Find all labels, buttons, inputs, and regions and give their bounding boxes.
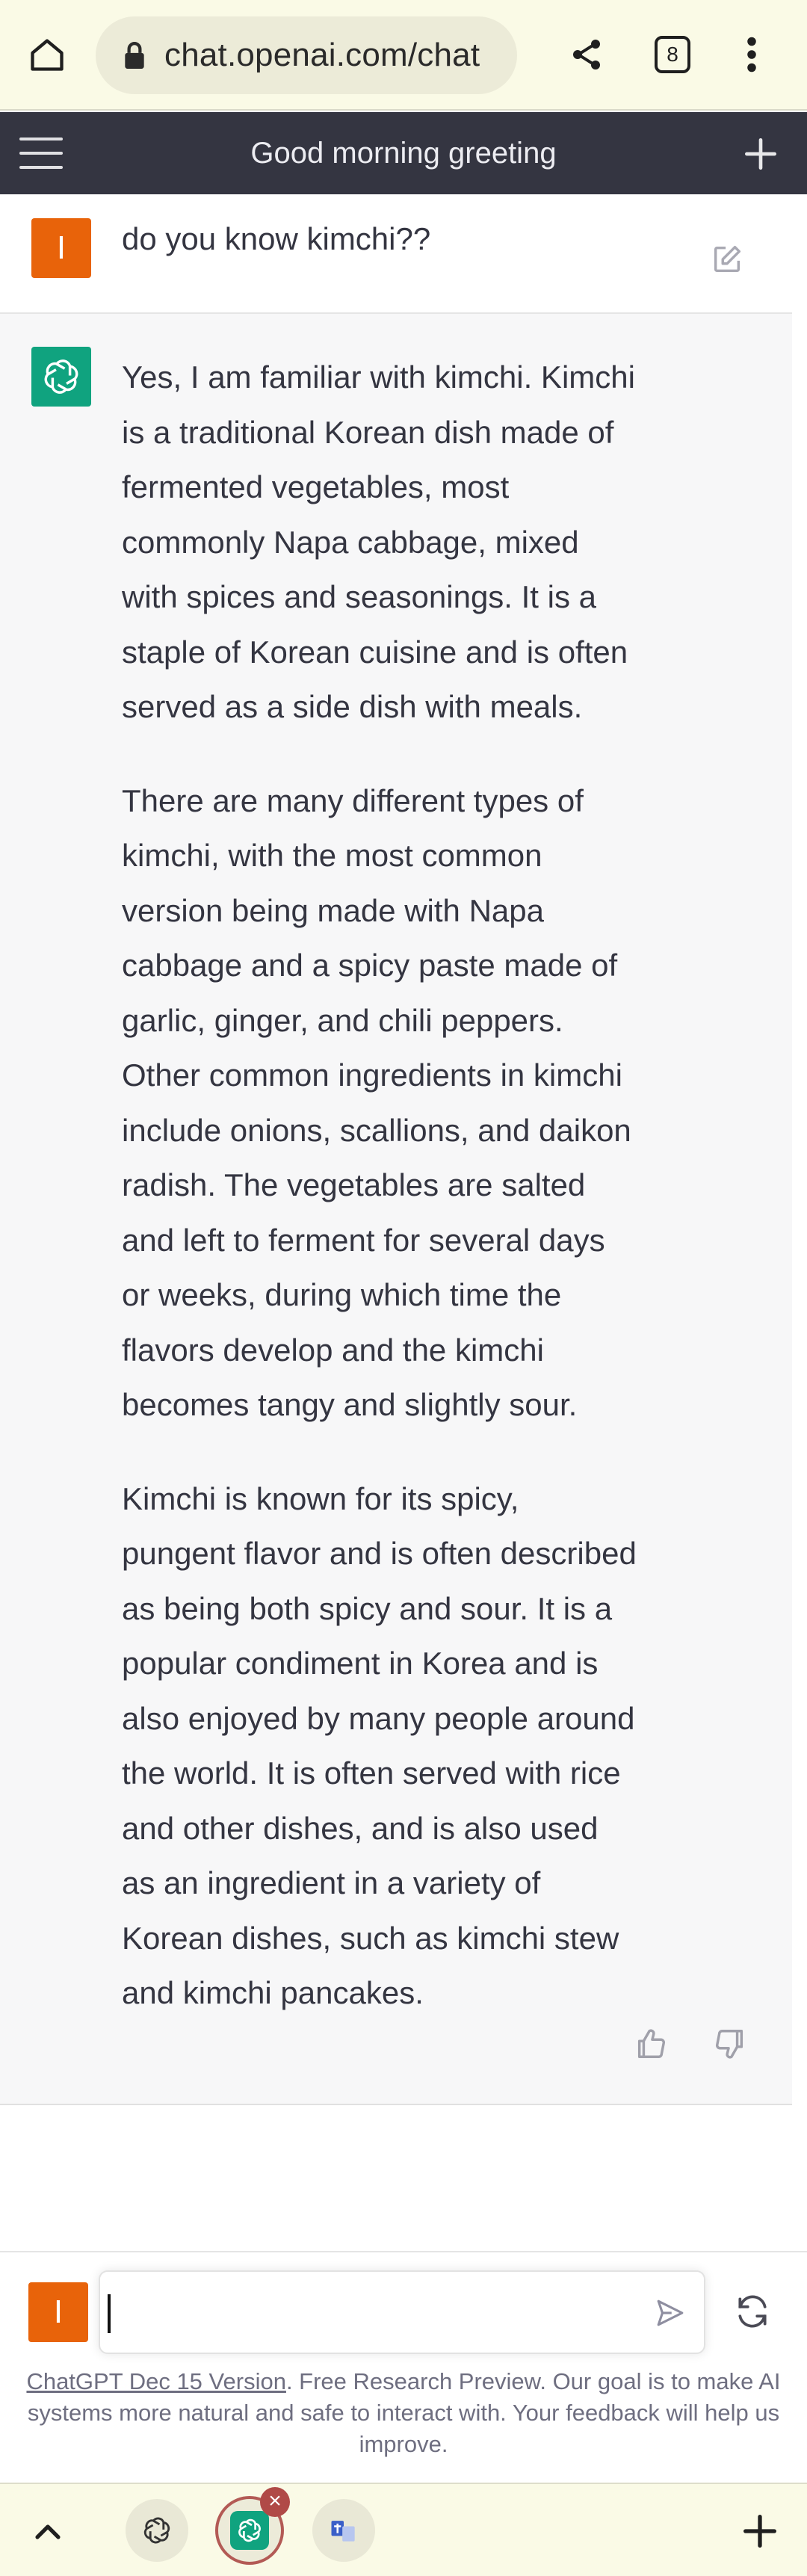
lock-icon: [118, 39, 151, 72]
home-icon[interactable]: [22, 30, 72, 79]
assistant-paragraph: Kimchi is known for its spicy, pungent f…: [122, 1480, 637, 2011]
user-message-text: do you know kimchi??: [122, 221, 431, 256]
thumbs-down-icon[interactable]: [713, 2027, 749, 2063]
address-bar[interactable]: chat.openai.com/chat: [96, 16, 517, 94]
thumbs-up-icon[interactable]: [634, 2027, 670, 2063]
url-text: chat.openai.com/chat: [164, 37, 480, 73]
openai-logo-icon: [31, 347, 91, 407]
assistant-message-body: Yes, I am familiar with kimchi. Kimchi i…: [122, 350, 637, 2021]
tabs-counter-icon[interactable]: 8: [655, 36, 690, 73]
browser-bottom-bar: ×: [0, 2483, 807, 2576]
text-caret: [108, 2294, 111, 2333]
new-chat-icon[interactable]: [740, 133, 782, 175]
tab-chip-chatgpt[interactable]: [126, 2499, 188, 2562]
close-icon[interactable]: ×: [260, 2487, 290, 2517]
avatar: I: [31, 218, 91, 278]
user-message: I do you know kimchi??: [0, 194, 792, 314]
browser-top-bar: chat.openai.com/chat 8: [0, 0, 807, 111]
tab-chip-active[interactable]: ×: [215, 2487, 290, 2565]
share-icon[interactable]: [562, 30, 611, 79]
edit-icon[interactable]: [710, 242, 747, 279]
app-header: Good morning greeting: [0, 112, 807, 194]
plus-icon[interactable]: [738, 2509, 782, 2553]
tab-chip-other[interactable]: [312, 2499, 375, 2562]
more-vert-icon[interactable]: [731, 30, 773, 79]
message-input[interactable]: [99, 2270, 705, 2354]
hamburger-icon[interactable]: [19, 133, 63, 173]
avatar: I: [28, 2282, 88, 2342]
assistant-message: Yes, I am familiar with kimchi. Kimchi i…: [0, 314, 792, 2105]
openai-logo-icon: [230, 2511, 269, 2550]
composer: I ChatGPT Dec 15 Version. Free Research …: [0, 2251, 807, 2483]
regenerate-icon[interactable]: [734, 2293, 773, 2332]
version-link[interactable]: ChatGPT Dec 15 Version: [26, 2368, 286, 2394]
openai-logo-icon: [143, 2517, 170, 2544]
page-title: Good morning greeting: [250, 137, 557, 170]
assistant-paragraph: There are many different types of kimchi…: [122, 782, 631, 1423]
chevron-up-icon[interactable]: [27, 2511, 69, 2553]
assistant-paragraph: Yes, I am familiar with kimchi. Kimchi i…: [122, 359, 635, 724]
send-icon[interactable]: [655, 2297, 687, 2330]
translate-icon: [331, 2521, 355, 2542]
disclaimer: ChatGPT Dec 15 Version. Free Research Pr…: [22, 2366, 785, 2460]
